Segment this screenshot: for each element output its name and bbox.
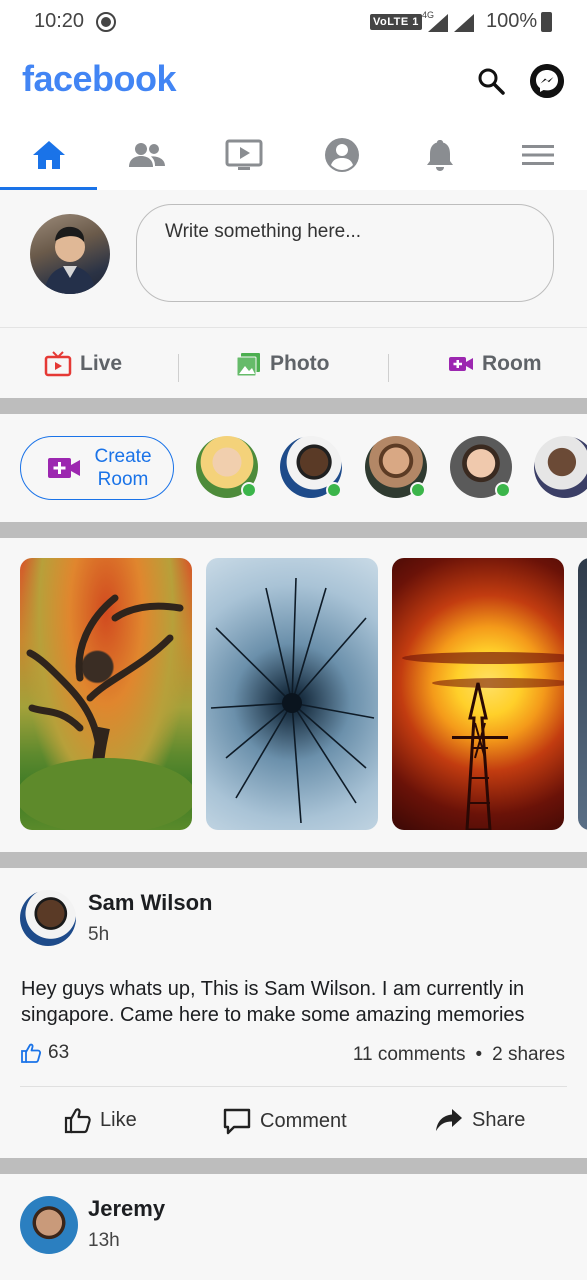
friends-icon: [128, 143, 165, 167]
user-portrait: [44, 226, 96, 294]
like-label: Like: [100, 1108, 137, 1131]
app-header: facebook: [0, 44, 587, 120]
battery-icon: [541, 12, 552, 32]
menu-icon: [521, 145, 554, 165]
live-button[interactable]: Live: [44, 330, 122, 398]
like-count: 63: [48, 1042, 70, 1063]
story-dandelion-image: [210, 577, 375, 824]
write-post-input[interactable]: Write something here...: [136, 204, 554, 302]
feed-post: Jeremy 13h: [0, 1174, 587, 1280]
create-room-button[interactable]: Create Room: [20, 436, 174, 500]
share-icon: [436, 1109, 462, 1131]
separator-dot: •: [475, 1044, 483, 1065]
share-label: Share: [472, 1108, 526, 1131]
online-indicator: [495, 482, 511, 498]
online-indicator: [410, 482, 426, 498]
post-author-name[interactable]: Jeremy: [88, 1196, 165, 1222]
divider: [20, 1086, 567, 1087]
photo-icon: [236, 353, 260, 377]
online-friend-avatar[interactable]: [534, 436, 587, 498]
section-separator: [0, 852, 587, 868]
online-indicator: [326, 482, 342, 498]
room-video-icon: [48, 458, 80, 478]
search-icon[interactable]: [476, 66, 506, 96]
signal-icon: [428, 14, 448, 32]
post-author-avatar[interactable]: [20, 1196, 78, 1254]
live-label: Live: [80, 352, 123, 375]
thumbs-up-icon: [21, 1043, 42, 1063]
post-author-avatar[interactable]: [20, 890, 76, 946]
rooms-row: Create Room: [0, 414, 587, 522]
bell-icon: [427, 140, 454, 171]
messenger-icon[interactable]: [530, 64, 564, 98]
feed-post: Sam Wilson 5h Hey guys whats up, This is…: [0, 868, 587, 1158]
room-label: Room: [482, 352, 542, 375]
create-actions-row: Live Photo Room: [0, 330, 587, 398]
post-like-count[interactable]: 63: [20, 1042, 69, 1064]
story-card[interactable]: [20, 558, 192, 830]
comment-icon: [223, 1108, 251, 1135]
story-sunset-image: [402, 652, 564, 830]
nav-tabs: [0, 120, 587, 190]
create-room-label-line2: Room: [97, 469, 149, 490]
photo-button[interactable]: Photo: [236, 330, 329, 398]
story-card[interactable]: [206, 558, 378, 830]
volte-badge: VoLTE 1: [370, 14, 422, 30]
thumbs-up-icon: [64, 1108, 91, 1134]
create-room-label: Create Room: [93, 445, 153, 491]
create-room-label-line1: Create: [94, 446, 152, 467]
comment-button[interactable]: Comment: [222, 1106, 347, 1136]
battery-percent: 100%: [486, 10, 538, 32]
section-separator: [0, 1158, 587, 1174]
stories-row: [0, 538, 587, 852]
story-card[interactable]: [392, 558, 564, 830]
tab-notifications[interactable]: [391, 120, 489, 190]
tab-home[interactable]: [0, 120, 98, 190]
post-timestamp: 5h: [88, 924, 110, 945]
story-card[interactable]: [578, 558, 587, 830]
home-icon: [32, 141, 65, 169]
online-indicator: [241, 482, 257, 498]
post-timestamp: 13h: [88, 1230, 120, 1251]
post-engagement-summary[interactable]: 11 comments • 2 shares: [353, 1044, 565, 1066]
watch-icon: [225, 139, 263, 170]
recording-icon: [96, 12, 116, 32]
story-tree-image: [20, 594, 192, 830]
tab-menu[interactable]: [489, 120, 587, 190]
section-separator: [0, 398, 587, 414]
post-author-name[interactable]: Sam Wilson: [88, 890, 213, 916]
comment-label: Comment: [260, 1109, 347, 1132]
room-button[interactable]: Room: [448, 330, 542, 398]
tab-profile[interactable]: [293, 120, 391, 190]
signal-icon-2: [454, 14, 474, 32]
post-composer: Write something here...: [0, 190, 587, 328]
tab-friends[interactable]: [98, 120, 196, 190]
section-separator: [0, 522, 587, 538]
user-avatar[interactable]: [30, 214, 110, 294]
divider: [388, 354, 389, 382]
live-video-icon: [44, 351, 72, 377]
status-time: 10:20: [34, 10, 85, 32]
facebook-logo: facebook: [22, 58, 177, 99]
comment-count: 11 comments: [352, 1044, 466, 1065]
divider: [178, 354, 179, 382]
profile-icon: [325, 138, 360, 172]
share-button[interactable]: Share: [434, 1106, 525, 1134]
share-count: 2 shares: [492, 1044, 565, 1065]
photo-label: Photo: [270, 352, 330, 375]
status-bar: 10:20 VoLTE 1 4G 100%: [0, 0, 587, 44]
post-body-text: Hey guys whats up, This is Sam Wilson. I…: [21, 978, 525, 1026]
tab-watch[interactable]: [196, 120, 294, 190]
like-button[interactable]: Like: [64, 1106, 137, 1134]
room-video-icon: [449, 357, 473, 371]
